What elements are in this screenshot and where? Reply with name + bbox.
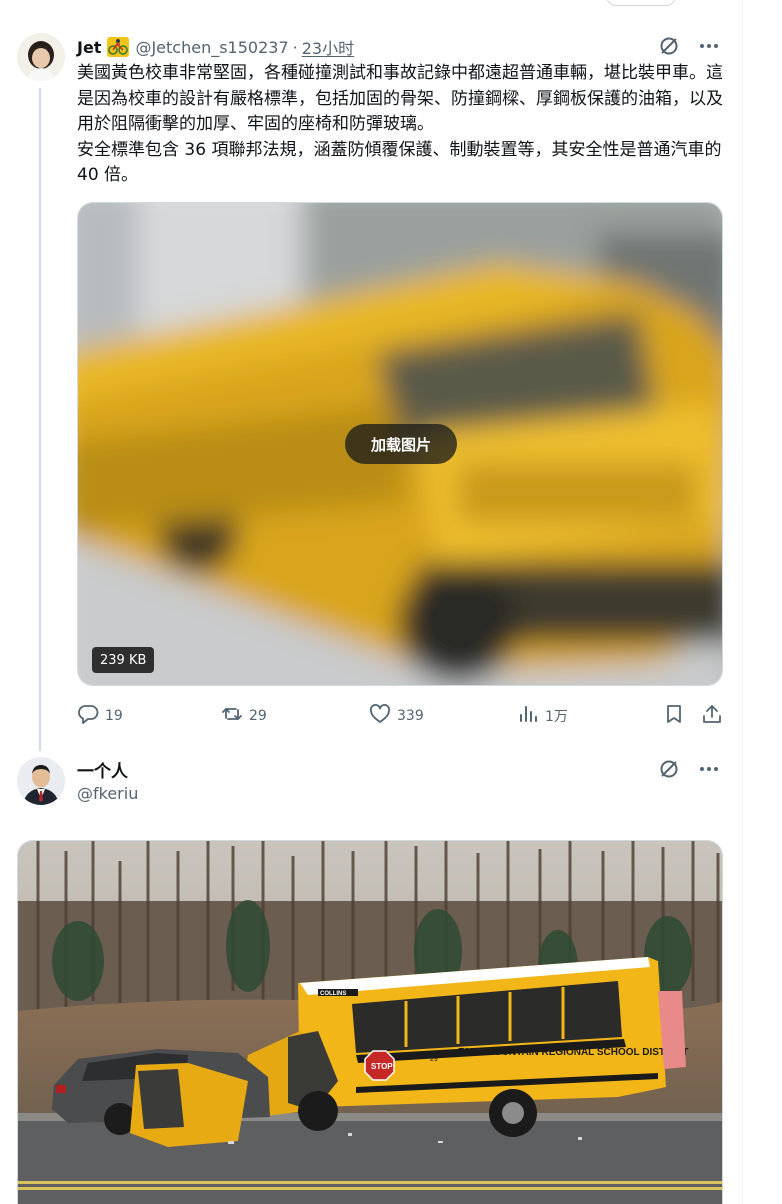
more-icon[interactable] — [698, 758, 720, 780]
bookmark-icon — [663, 703, 685, 729]
repost-button[interactable]: 29 — [221, 702, 267, 730]
author-name[interactable]: Jet — [77, 38, 101, 57]
author-handle[interactable]: @fkeriu — [77, 784, 138, 803]
avatar[interactable] — [17, 757, 65, 805]
follow-button-edge[interactable] — [606, 0, 676, 6]
tweet-text: 美國黃色校車非常堅固，各種碰撞測試和事故記錄中都遠超普通車輛，堪比裝甲車。這是因… — [77, 61, 727, 189]
tweet-paragraph: 安全標準包含 36 項聯邦法規，涵蓋防傾覆保護、制動裝置等，其安全性是普通汽車的… — [77, 139, 722, 186]
grok-icon[interactable] — [658, 35, 680, 57]
tweet-media-photo[interactable]: COLLINS FALL MOUNTAIN REGIONAL SCHOOL DI… — [17, 840, 723, 1204]
reply-icon — [77, 703, 99, 729]
views-icon — [517, 703, 539, 729]
thread-connector — [39, 88, 41, 751]
bookmark-button[interactable] — [663, 702, 685, 730]
avatar[interactable] — [17, 33, 65, 81]
tweet-header-actions — [658, 35, 720, 57]
share-icon — [701, 703, 723, 729]
bicycle-icon — [107, 37, 130, 57]
reply-button[interactable]: 19 — [77, 702, 123, 730]
bus-side-text: FALL MOUNTAIN REGIONAL SCHOOL DISTRICT — [458, 1047, 688, 1058]
separator: · — [292, 37, 298, 57]
image-size-badge: 239 KB — [92, 647, 155, 673]
load-image-button[interactable]: 加载图片 — [345, 424, 457, 464]
tweet-header: Jet @Jetchen_s150237 · 23小时 — [77, 36, 354, 58]
views-button[interactable]: 1万 — [517, 702, 568, 730]
like-icon — [369, 703, 391, 729]
views-count: 1万 — [545, 709, 568, 725]
stop-sign-text: STOP — [371, 1062, 393, 1071]
author-handle[interactable]: @Jetchen_s150237 — [135, 38, 288, 57]
more-icon[interactable] — [698, 35, 720, 57]
tweet-actions: 19 29 339 1万 — [77, 702, 723, 730]
bus-number-text: 29 — [430, 1056, 438, 1063]
author-name[interactable]: 一个人 — [77, 757, 128, 782]
like-button[interactable]: 339 — [369, 702, 424, 730]
tweet-header-actions — [658, 758, 720, 780]
bus-brand-text: COLLINS — [320, 991, 346, 997]
timestamp[interactable]: 23小时 — [302, 35, 354, 59]
share-button[interactable] — [701, 702, 723, 730]
tweet-media-blurred[interactable]: 加载图片 239 KB — [77, 202, 723, 686]
grok-icon[interactable] — [658, 758, 680, 780]
timeline-border — [742, 0, 743, 1204]
like-count: 339 — [397, 708, 424, 724]
tweet-paragraph: 美國黃色校車非常堅固，各種碰撞測試和事故記錄中都遠超普通車輛，堪比裝甲車。這是因… — [77, 63, 723, 134]
reply-count: 19 — [105, 708, 123, 724]
repost-count: 29 — [249, 708, 267, 724]
repost-icon — [221, 703, 243, 729]
